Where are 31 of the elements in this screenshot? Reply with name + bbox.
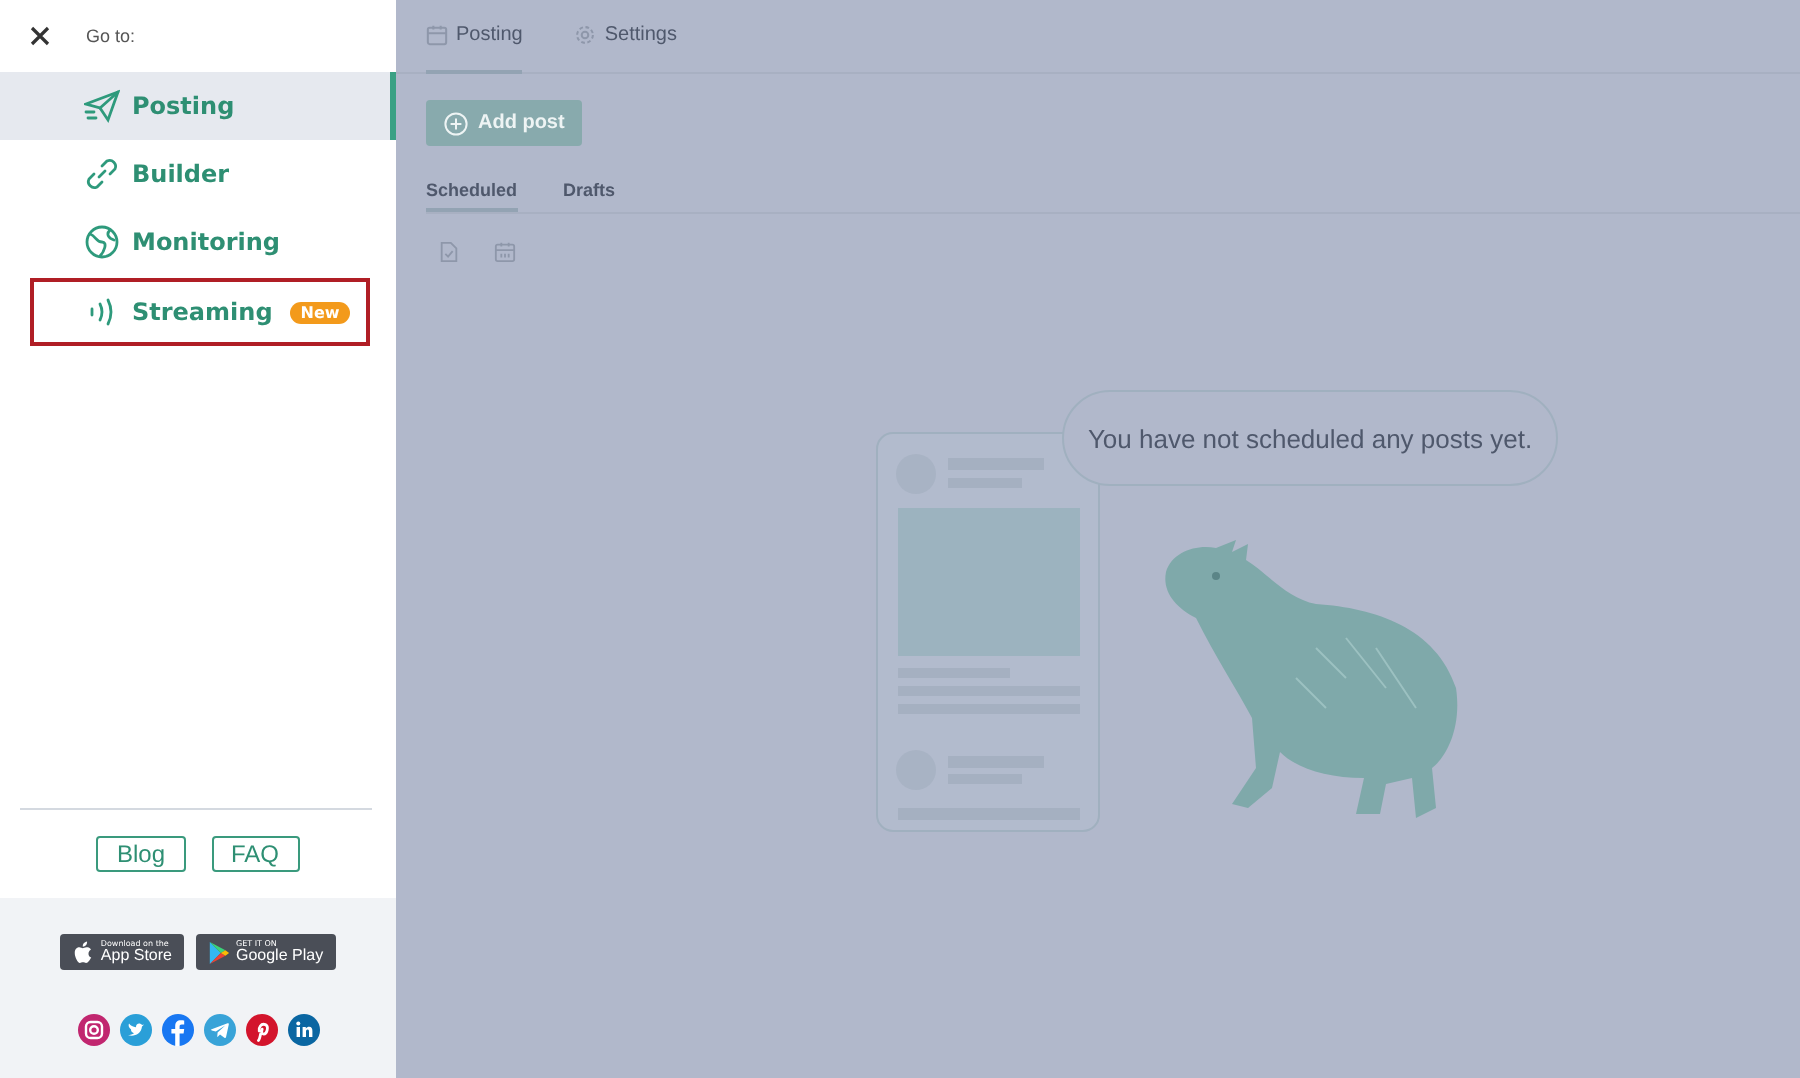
nav-item[interactable]: Monitoring bbox=[0, 208, 396, 276]
new-badge: New bbox=[290, 301, 350, 323]
calendar-icon bbox=[426, 24, 448, 46]
nav-item[interactable]: Posting bbox=[0, 72, 396, 140]
nav-item[interactable]: Streaming New bbox=[28, 276, 372, 348]
sub-tab[interactable]: Scheduled bbox=[426, 174, 518, 212]
pinterest-icon[interactable] bbox=[245, 1014, 277, 1046]
page-tab[interactable]: Posting bbox=[426, 0, 523, 74]
paper-plane-icon[interactable] bbox=[203, 1014, 235, 1046]
instagram-icon[interactable] bbox=[77, 1014, 109, 1046]
paper-plane-icon bbox=[84, 88, 120, 124]
link-button[interactable]: FAQ bbox=[211, 836, 300, 872]
facebook-icon[interactable] bbox=[161, 1014, 193, 1046]
page-tab[interactable]: Settings bbox=[574, 0, 677, 74]
link-button[interactable]: Blog bbox=[96, 836, 185, 872]
plus-circle-icon bbox=[444, 111, 468, 135]
bird-icon[interactable] bbox=[119, 1014, 151, 1046]
goto-label: Go to: bbox=[86, 26, 136, 46]
empty-state-message: You have not scheduled any posts yet. bbox=[1062, 390, 1558, 486]
globe-icon bbox=[84, 224, 120, 260]
play-triangle-icon bbox=[207, 939, 230, 965]
add-post-button[interactable]: Add post bbox=[426, 100, 583, 146]
nav-item[interactable]: Builder bbox=[0, 140, 396, 208]
linkedin-icon[interactable] bbox=[287, 1014, 319, 1046]
settings-icon bbox=[574, 24, 597, 46]
close-icon[interactable] bbox=[30, 26, 50, 46]
sub-tab[interactable]: Drafts bbox=[563, 174, 616, 212]
apple-icon bbox=[72, 939, 95, 965]
chain-link-icon bbox=[84, 156, 120, 192]
store-name: Google Play bbox=[235, 948, 324, 964]
store-name: App Store bbox=[100, 948, 172, 964]
